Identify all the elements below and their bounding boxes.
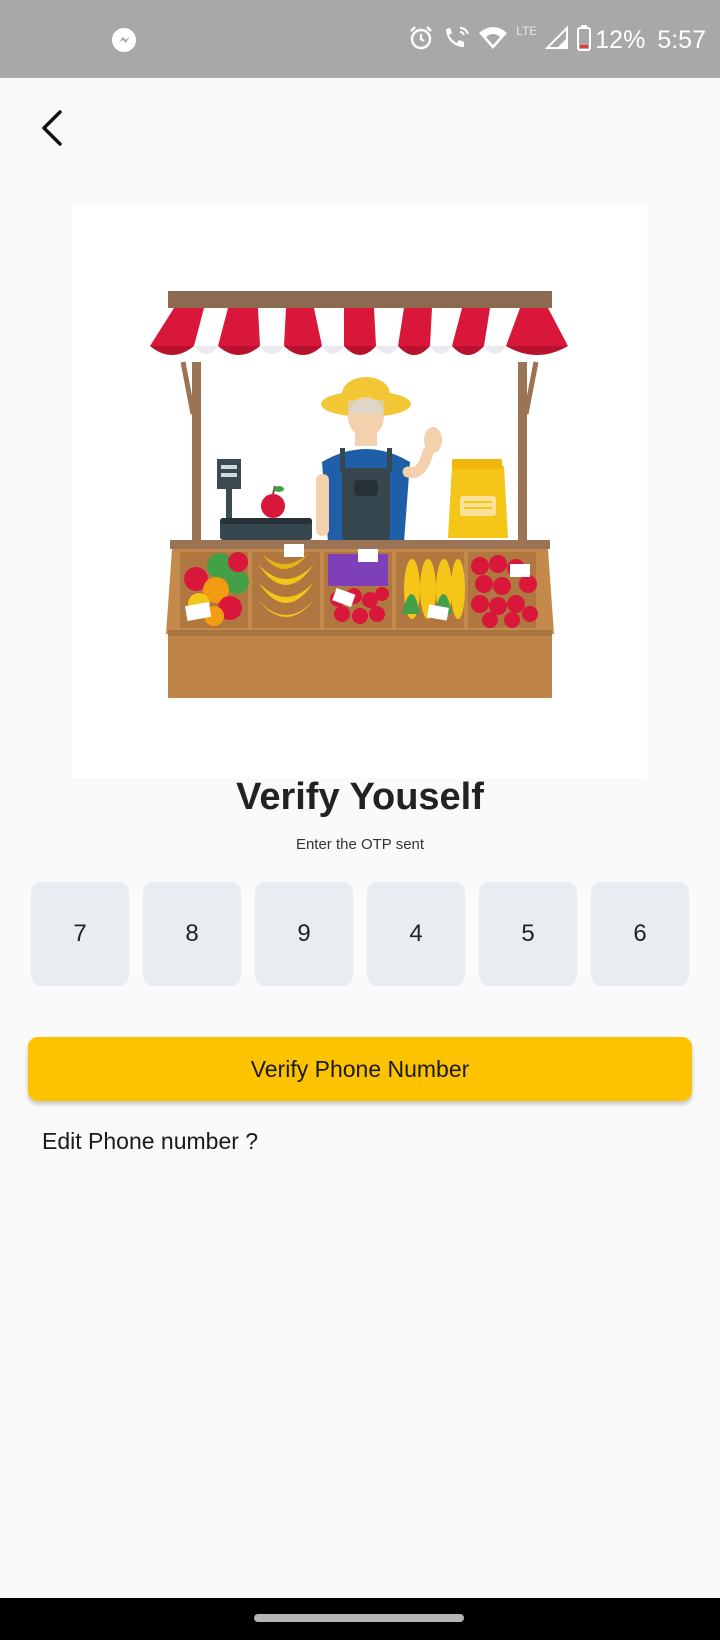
- back-button[interactable]: [28, 100, 76, 156]
- home-gesture-handle[interactable]: [254, 1614, 464, 1622]
- wifi-calling-icon: [442, 25, 470, 56]
- battery-percent: 12%: [595, 25, 646, 54]
- page-title: Verify Youself: [236, 776, 484, 818]
- alarm-icon: [408, 25, 434, 56]
- otp-digit-3[interactable]: 9: [255, 882, 353, 986]
- status-bar: LTE 12% 5:57: [0, 0, 720, 78]
- verify-phone-button[interactable]: Verify Phone Number: [28, 1037, 692, 1101]
- market-stall-illustration: [72, 204, 647, 778]
- navigation-bar: [0, 1598, 720, 1640]
- otp-digit-1[interactable]: 7: [31, 882, 129, 986]
- clock-time: 5:57: [657, 25, 706, 54]
- otp-digit-6[interactable]: 6: [591, 882, 689, 986]
- otp-digit-4[interactable]: 4: [367, 882, 465, 986]
- messenger-icon: [110, 26, 138, 54]
- battery-icon: [577, 24, 592, 56]
- wifi-icon: [478, 25, 508, 56]
- back-arrow-icon: [42, 110, 62, 146]
- lte-label: LTE: [516, 24, 538, 38]
- otp-instructions: Enter the OTP sent: [295, 836, 425, 853]
- signal-icon: [544, 25, 569, 55]
- otp-input-row: 7 8 9 4 5 6: [31, 882, 689, 986]
- edit-phone-link[interactable]: Edit Phone number ?: [42, 1128, 258, 1155]
- otp-digit-2[interactable]: 8: [143, 882, 241, 986]
- otp-digit-5[interactable]: 5: [479, 882, 577, 986]
